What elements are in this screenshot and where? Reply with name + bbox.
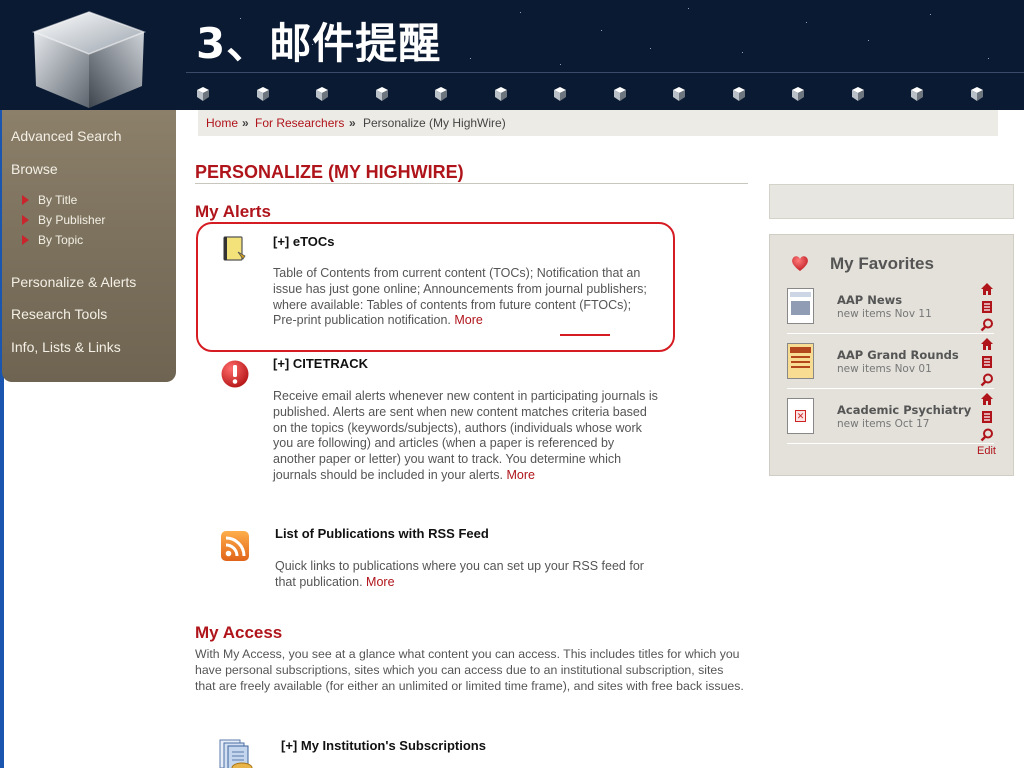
right-panel-empty xyxy=(769,184,1014,219)
gem-icon xyxy=(435,87,447,101)
gem-icon xyxy=(256,87,269,101)
heading-divider xyxy=(195,183,748,184)
gem-icon xyxy=(197,87,209,101)
journal-cover-thumbnail[interactable] xyxy=(787,288,814,324)
my-alerts-heading: My Alerts xyxy=(195,202,271,221)
arrow-right-icon xyxy=(22,215,29,225)
gem-row-decoration xyxy=(190,86,1024,106)
gem-icon xyxy=(554,87,566,101)
toc-document-icon[interactable] xyxy=(980,410,994,424)
sidebar-nav: Advanced Search Browse By Title By Publi… xyxy=(2,110,176,382)
sidebar-item-by-publisher[interactable]: By Publisher xyxy=(38,213,105,227)
underline-annotation xyxy=(560,334,610,336)
citetrack-description: Receive email alerts whenever new conten… xyxy=(273,389,658,482)
alert-exclamation-icon xyxy=(221,360,249,388)
search-icon[interactable] xyxy=(980,318,994,332)
gem-icon xyxy=(673,87,685,101)
sidebar-item-by-title[interactable]: By Title xyxy=(38,193,77,207)
sidebar-item-personalize-alerts[interactable]: Personalize & Alerts xyxy=(11,274,136,290)
institution-subscriptions-toggle[interactable]: [+] My Institution's Subscriptions xyxy=(281,738,486,753)
breadcrumb-separator: » xyxy=(349,116,356,130)
sidebar-item-research-tools[interactable]: Research Tools xyxy=(11,306,107,322)
home-icon[interactable] xyxy=(980,392,994,406)
favorites-divider xyxy=(787,443,994,444)
my-favorites-panel: My Favorites AAP News new items Nov 11 A… xyxy=(769,234,1014,476)
favorite-name-link[interactable]: AAP Grand Rounds xyxy=(837,348,959,362)
favorite-name-link[interactable]: Academic Psychiatry xyxy=(837,403,971,417)
sidebar-item-advanced-search[interactable]: Advanced Search xyxy=(11,128,122,144)
page-title: PERSONALIZE (MY HIGHWIRE) xyxy=(195,162,464,182)
breadcrumb-home-link[interactable]: Home xyxy=(206,116,238,130)
slide-header: 3、邮件提醒 xyxy=(0,0,1024,110)
documents-stack-icon xyxy=(219,739,253,768)
breadcrumb-researchers-link[interactable]: For Researchers xyxy=(255,116,344,130)
slide-title: 3、邮件提醒 xyxy=(196,19,442,68)
arrow-right-icon xyxy=(22,235,29,245)
journal-cover-thumbnail[interactable]: ✕ xyxy=(787,398,814,434)
favorite-name-link[interactable]: AAP News xyxy=(837,293,902,307)
home-icon[interactable] xyxy=(980,337,994,351)
favorites-edit-link[interactable]: Edit xyxy=(977,445,996,457)
breadcrumb-separator: » xyxy=(242,116,249,130)
breadcrumb-current: Personalize (My HighWire) xyxy=(363,116,506,130)
gem-icon xyxy=(911,87,923,101)
favorite-new-items: new items Nov 11 xyxy=(837,308,932,320)
citetrack-more-link[interactable]: More xyxy=(506,468,534,482)
gem-icon xyxy=(792,87,804,101)
my-access-heading: My Access xyxy=(195,623,283,642)
favorite-new-items: new items Nov 01 xyxy=(837,363,932,375)
rss-feed-icon xyxy=(221,531,249,561)
search-icon[interactable] xyxy=(980,373,994,387)
arrow-right-icon xyxy=(22,195,29,205)
highlight-annotation xyxy=(196,222,675,352)
heart-icon xyxy=(792,256,808,271)
favorites-divider xyxy=(787,388,994,389)
title-divider xyxy=(186,72,1024,73)
gem-icon xyxy=(316,87,328,101)
rss-publications-link[interactable]: List of Publications with RSS Feed xyxy=(275,526,489,541)
toc-document-icon[interactable] xyxy=(980,355,994,369)
rss-more-link[interactable]: More xyxy=(366,575,394,589)
citetrack-toggle[interactable]: [+] CITETRACK xyxy=(273,356,368,371)
gem-icon xyxy=(970,87,983,101)
gem-icon xyxy=(613,87,626,101)
favorites-divider xyxy=(787,333,994,334)
favorites-title: My Favorites xyxy=(830,254,934,273)
logo-cube-icon xyxy=(31,11,147,108)
search-icon[interactable] xyxy=(980,428,994,442)
home-icon[interactable] xyxy=(980,282,994,296)
favorite-new-items: new items Oct 17 xyxy=(837,418,930,430)
toc-document-icon[interactable] xyxy=(980,300,994,314)
sidebar-item-browse[interactable]: Browse xyxy=(11,161,58,177)
journal-cover-thumbnail[interactable] xyxy=(787,343,814,379)
gem-icon xyxy=(494,87,507,101)
gem-icon xyxy=(732,87,745,101)
sidebar-item-info-lists-links[interactable]: Info, Lists & Links xyxy=(11,339,121,355)
my-access-description: With My Access, you see at a glance what… xyxy=(195,647,744,693)
rss-description: Quick links to publications where you ca… xyxy=(275,559,644,589)
gem-icon xyxy=(851,87,864,101)
gem-icon xyxy=(375,87,388,101)
sidebar-item-by-topic[interactable]: By Topic xyxy=(38,233,83,247)
breadcrumb: Home » For Researchers » Personalize (My… xyxy=(198,110,998,136)
broken-image-icon: ✕ xyxy=(795,410,806,422)
